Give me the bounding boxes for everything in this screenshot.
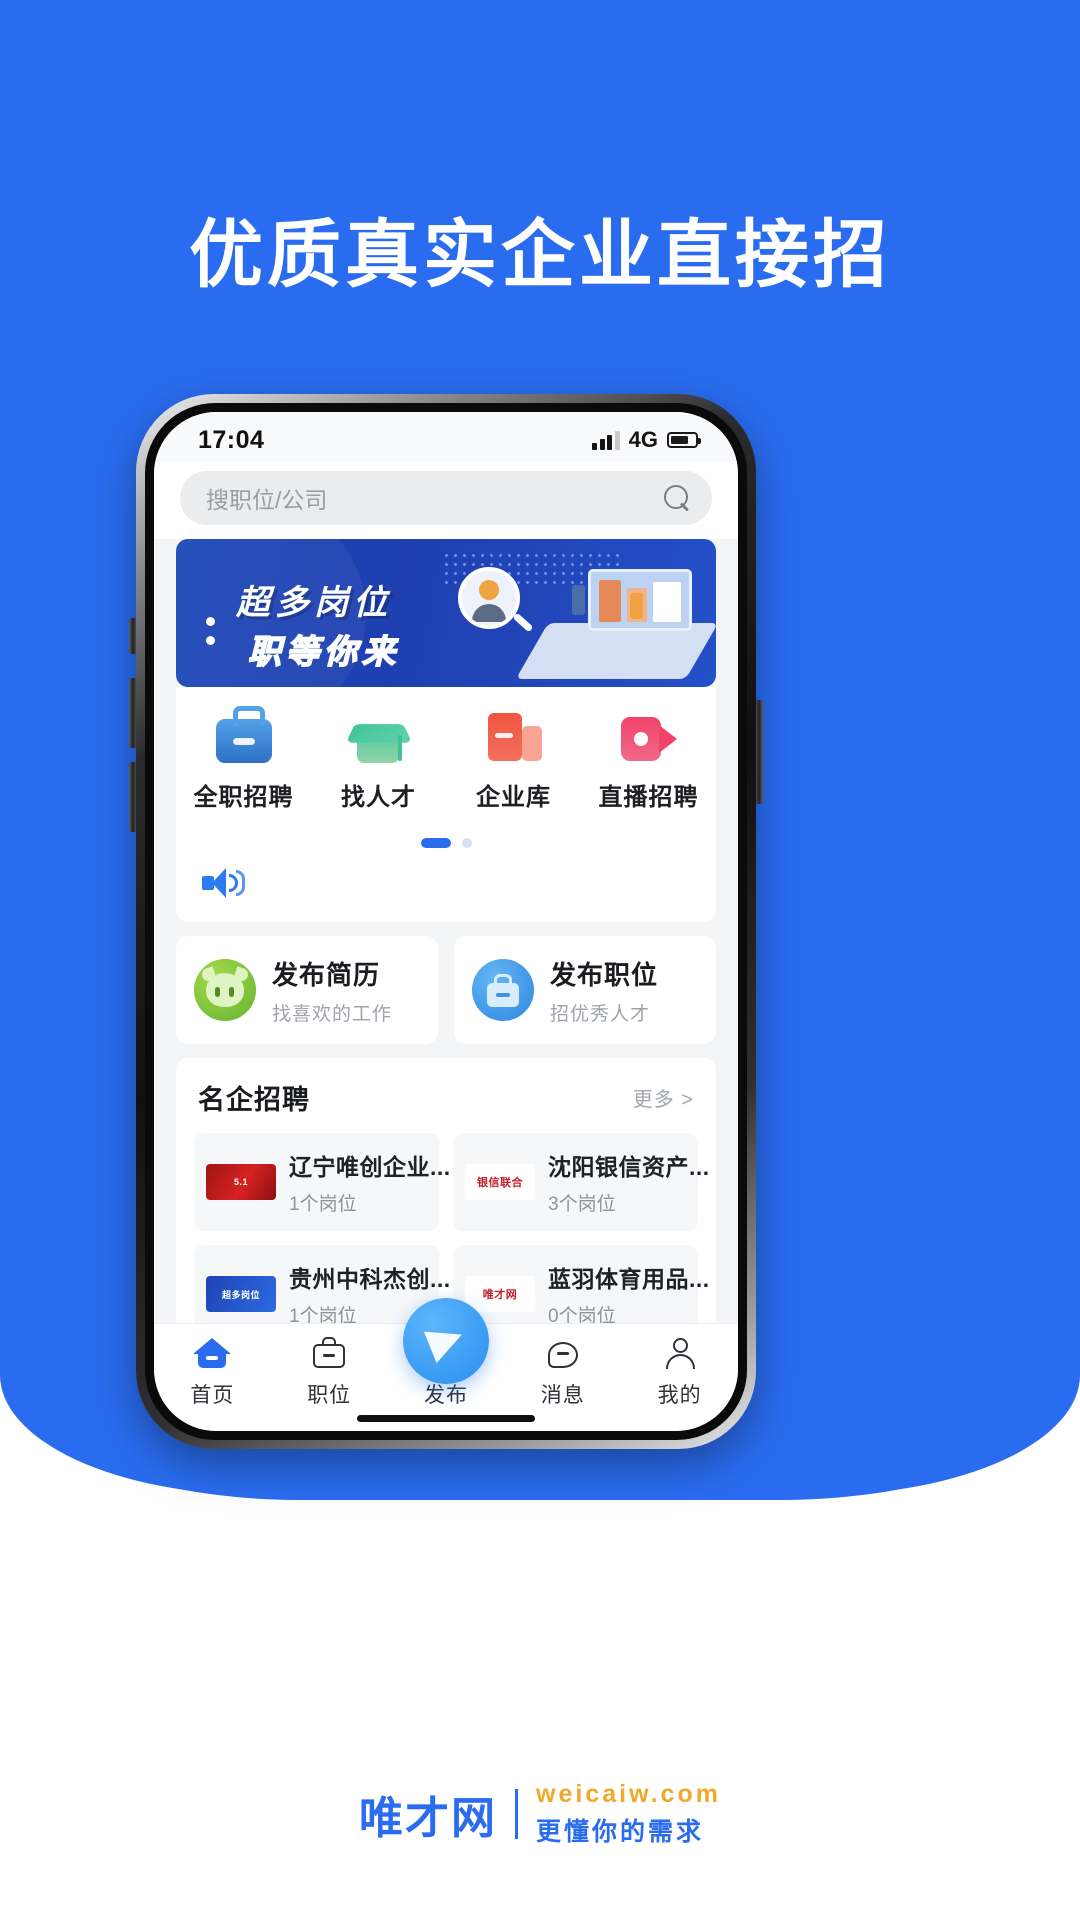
brand-text-group: weicaiw.com 更懂你的需求: [536, 1780, 721, 1848]
quick-action-live-recruit[interactable]: 直播招聘: [581, 709, 716, 812]
home-indicator: [357, 1415, 535, 1422]
company-logo: 5.1: [206, 1164, 276, 1200]
tabbar-item-publish[interactable]: 发布: [388, 1298, 505, 1409]
company-name: 沈阳银信资产...: [548, 1154, 710, 1180]
action-card-subtitle: 招优秀人才: [550, 1003, 651, 1025]
quick-action-find-talent[interactable]: 找人才: [311, 709, 446, 812]
company-job-count: 3个岗位: [548, 1194, 616, 1215]
quick-action-company-library[interactable]: 企业库: [446, 709, 581, 812]
search-section: 搜职位/公司: [154, 462, 738, 539]
tabbar-item-messages[interactable]: 消息: [504, 1336, 621, 1409]
briefcase-icon: [215, 706, 272, 765]
phone-bezel: 17:04 4G 搜职位/公司 超多岗位 职等你来 全职招聘 找人才 企业库 直…: [145, 403, 747, 1440]
company-info: 蓝羽体育用品... 0个岗位: [548, 1260, 710, 1328]
pagination-dot-active[interactable]: [420, 838, 451, 848]
publish-icon-spacer: [427, 1336, 465, 1370]
company-info: 辽宁唯创企业... 1个岗位: [289, 1148, 451, 1216]
company-card[interactable]: 5.1 辽宁唯创企业... 1个岗位: [194, 1133, 450, 1231]
phone-power-button: [755, 700, 763, 804]
status-indicators: 4G: [592, 427, 701, 453]
banner-side-dots: [206, 617, 215, 645]
action-card-title: 发布职位: [550, 959, 659, 990]
live-video-icon: [620, 709, 677, 765]
person-icon: [661, 1336, 699, 1370]
signal-bars-icon: [592, 430, 620, 450]
network-label: 4G: [628, 427, 658, 452]
action-card-subtitle: 找喜欢的工作: [272, 1003, 393, 1025]
brand-slogan: 更懂你的需求: [536, 1818, 705, 1846]
quick-actions-card: 全职招聘 找人才 企业库 直播招聘: [176, 687, 716, 922]
famous-companies-header: 名企招聘 更多 >: [194, 1078, 698, 1133]
quick-actions-grid: 全职招聘 找人才 企业库 直播招聘: [176, 706, 716, 812]
message-icon: [544, 1336, 582, 1370]
tabbar-item-home[interactable]: 首页: [154, 1336, 271, 1409]
tabbar-label: 消息: [540, 1384, 585, 1407]
company-name: 辽宁唯创企业...: [289, 1154, 451, 1180]
tabbar-item-profile[interactable]: 我的: [621, 1336, 738, 1409]
action-card-text: 发布简历 找喜欢的工作: [272, 955, 392, 1026]
company-logo-text: 超多岗位: [221, 1289, 260, 1300]
action-card-post-resume[interactable]: 发布简历 找喜欢的工作: [176, 936, 438, 1044]
tabbar-label: 我的: [657, 1384, 702, 1407]
brand-name-cn: 唯才网: [359, 1794, 498, 1843]
company-name: 蓝羽体育用品...: [548, 1266, 710, 1292]
promo-headline: 优质真实企业直接招: [189, 213, 891, 296]
company-logo-text: 唯才网: [482, 1289, 518, 1301]
tabbar-label: 首页: [190, 1384, 235, 1407]
pagination-dot[interactable]: [461, 838, 472, 848]
banner-line2: 职等你来: [247, 632, 400, 671]
company-folder-icon: [486, 709, 542, 765]
tabbar-item-jobs[interactable]: 职位: [271, 1336, 388, 1409]
brand-divider: [515, 1789, 519, 1839]
company-info: 沈阳银信资产... 3个岗位: [548, 1148, 710, 1216]
banner-illustration: [515, 563, 716, 681]
action-card-text: 发布职位 招优秀人才: [550, 955, 658, 1026]
company-logo: 唯才网: [465, 1276, 535, 1312]
graduation-cap-icon: [345, 709, 412, 765]
grid-pagination[interactable]: [176, 838, 716, 848]
action-card-title: 发布简历: [272, 959, 381, 990]
company-card[interactable]: 银信联合 沈阳银信资产... 3个岗位: [453, 1133, 709, 1231]
action-card-post-job[interactable]: 发布职位 招优秀人才: [454, 936, 716, 1044]
search-icon[interactable]: [664, 485, 690, 511]
section-title: 名企招聘: [198, 1085, 310, 1115]
banner-line1: 超多岗位: [236, 584, 392, 622]
company-logo-text: 银信联合: [477, 1177, 523, 1189]
phone-screen: 17:04 4G 搜职位/公司 超多岗位 职等你来 全职招聘 找人才 企业库 直…: [154, 412, 738, 1431]
home-icon: [193, 1336, 232, 1370]
status-bar: 17:04 4G: [154, 412, 738, 462]
company-job-count: 1个岗位: [289, 1194, 357, 1215]
quick-action-label: 全职招聘: [193, 784, 294, 811]
phone-mockup: 17:04 4G 搜职位/公司 超多岗位 职等你来 全职招聘 找人才 企业库 直…: [136, 394, 756, 1449]
megaphone-icon: [202, 868, 248, 898]
search-input[interactable]: 搜职位/公司: [206, 481, 327, 515]
hero-banner[interactable]: 超多岗位 职等你来: [176, 539, 716, 687]
quick-action-label: 直播招聘: [598, 784, 699, 811]
tabbar-label: 职位: [307, 1384, 352, 1407]
company-name: 贵州中科杰创...: [289, 1266, 451, 1292]
quick-action-label: 找人才: [341, 784, 416, 811]
company-logo: 银信联合: [465, 1164, 535, 1200]
banner-person-search-icon: [458, 567, 520, 629]
piggy-avatar-icon: [194, 959, 256, 1021]
quick-action-full-time[interactable]: 全职招聘: [176, 706, 311, 812]
company-logo-text: 5.1: [233, 1177, 248, 1187]
announcement-bar[interactable]: [176, 848, 716, 922]
briefcase-round-icon: [472, 959, 534, 1021]
brand-url: weicaiw.com: [536, 1780, 721, 1808]
status-time: 17:04: [198, 425, 265, 454]
footer-brand: 唯才网 weicaiw.com 更懂你的需求: [0, 1780, 1080, 1848]
battery-icon: [667, 432, 701, 448]
more-link[interactable]: 更多 >: [633, 1083, 694, 1112]
action-cards: 发布简历 找喜欢的工作 发布职位 招优秀人才: [176, 936, 716, 1044]
company-logo: 超多岗位: [206, 1276, 276, 1312]
search-bar[interactable]: 搜职位/公司: [180, 471, 712, 525]
briefcase-outline-icon: [310, 1336, 348, 1370]
quick-action-label: 企业库: [476, 784, 551, 811]
